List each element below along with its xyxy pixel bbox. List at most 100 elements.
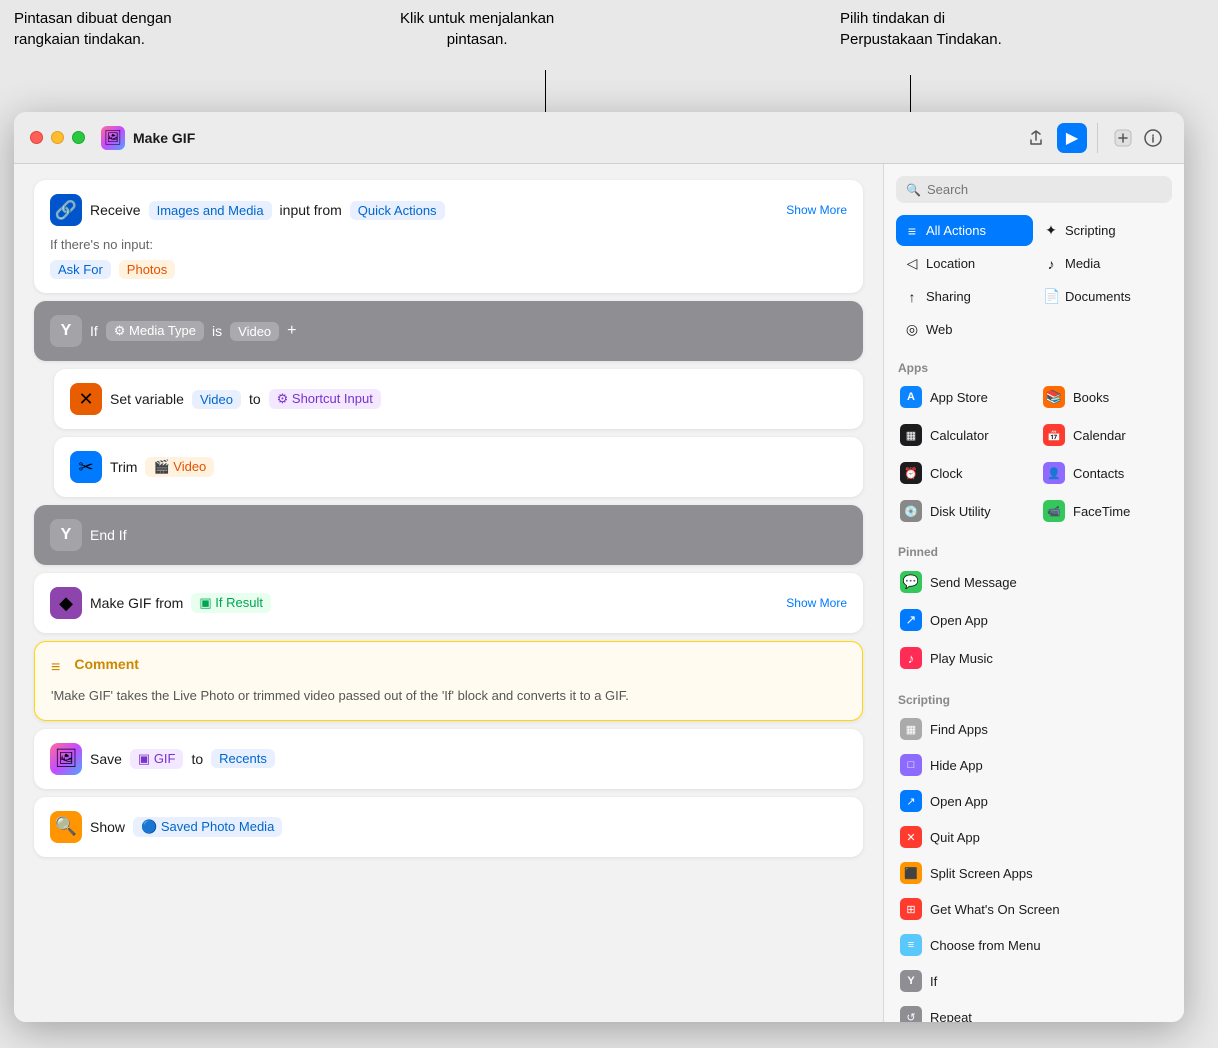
make-gif-block: ◆ Make GIF from ▣ If Result Show More [34,573,863,633]
disk-utility-label: Disk Utility [930,504,991,519]
cat-web[interactable]: ◎ Web [896,314,1033,345]
hide-app-icon: □ [900,754,922,776]
pinned-section-header: Pinned [892,537,1176,563]
photos-badge[interactable]: Photos [119,260,175,279]
cat-all-label: All Actions [926,223,986,238]
split-screen-item[interactable]: ⬛ Split Screen Apps [892,855,1176,891]
cat-all-actions[interactable]: ≡ All Actions [896,215,1033,246]
indent-section: ✕ Set variable Video to ⚙ Shortcut Input… [34,369,863,497]
save-badge1[interactable]: ▣ GIF [130,749,184,769]
run-button[interactable]: ▶ [1057,123,1087,153]
save-block: 🖼 Save ▣ GIF to Recents [34,729,863,789]
cat-media[interactable]: ♪ Media [1035,248,1172,279]
books-item[interactable]: 📚 Books [1035,379,1176,415]
calculator-item[interactable]: ▦ Calculator [892,417,1033,453]
receive-badge-source[interactable]: Quick Actions [350,201,445,220]
contacts-item[interactable]: 👤 Contacts [1035,455,1176,491]
calendar-icon: 📅 [1043,424,1065,446]
save-badge2[interactable]: Recents [211,749,275,768]
divider [1097,123,1098,153]
no-input-section: If there's no input: Ask For Photos [50,236,847,279]
app-store-item[interactable]: A App Store [892,379,1033,415]
receive-show-more[interactable]: Show More [786,203,847,217]
cat-scripting[interactable]: ✦ Scripting [1035,215,1172,246]
fullscreen-button[interactable] [72,131,85,144]
find-apps-icon: ▦ [900,718,922,740]
cat-documents-label: Documents [1065,289,1131,304]
choose-menu-label: Choose from Menu [930,938,1041,953]
set-var-badge2[interactable]: ⚙ Shortcut Input [269,389,381,409]
find-apps-item[interactable]: ▦ Find Apps [892,711,1176,747]
actions-panel: 🔍 ≡ All Actions ✦ Scripting ◁ Location [884,164,1184,1022]
save-icon: 🖼 [50,743,82,775]
set-var-text2: to [249,391,261,407]
add-action-button[interactable] [1108,123,1138,153]
cat-scripting-label: Scripting [1065,223,1116,238]
info-button[interactable] [1138,123,1168,153]
cat-location[interactable]: ◁ Location [896,248,1033,279]
ask-for-badge[interactable]: Ask For [50,260,111,279]
if-item-icon: Y [900,970,922,992]
clock-label: Clock [930,466,963,481]
facetime-item[interactable]: 📹 FaceTime [1035,493,1176,529]
web-icon: ◎ [904,321,920,338]
hide-app-item[interactable]: □ Hide App [892,747,1176,783]
trim-badge[interactable]: 🎬 Video [145,457,214,477]
repeat-item[interactable]: ↺ Repeat [892,999,1176,1022]
split-screen-label: Split Screen Apps [930,866,1033,881]
show-badge[interactable]: 🔵 Saved Photo Media [133,817,282,837]
scripting-icon: ✦ [1043,222,1059,239]
minimize-button[interactable] [51,131,64,144]
calculator-icon: ▦ [900,424,922,446]
make-gif-badge[interactable]: ▣ If Result [191,593,271,613]
category-grid: ≡ All Actions ✦ Scripting ◁ Location ♪ M… [884,211,1184,353]
close-button[interactable] [30,131,43,144]
receive-text2: input from [280,202,342,218]
if-text1: If [90,323,98,339]
get-screen-item[interactable]: ⊞ Get What's On Screen [892,891,1176,927]
cat-documents[interactable]: 📄 Documents [1035,281,1172,312]
trim-text: Trim [110,459,137,475]
if-text2: is [212,323,222,339]
if-add-btn[interactable]: + [287,322,296,340]
if-item[interactable]: Y If [892,963,1176,999]
choose-menu-icon: ≡ [900,934,922,956]
share-button[interactable] [1021,123,1051,153]
window-title: Make GIF [133,130,195,146]
make-gif-show-more[interactable]: Show More [786,596,847,610]
quit-app-item[interactable]: ✕ Quit App [892,819,1176,855]
cat-sharing[interactable]: ↑ Sharing [896,281,1033,312]
quit-app-label: Quit App [930,830,980,845]
documents-icon: 📄 [1043,288,1059,305]
apps-grid: A App Store 📚 Books ▦ Calculator 📅 Calen… [892,379,1176,529]
all-actions-icon: ≡ [904,223,920,239]
play-music-item[interactable]: ♪ Play Music [892,639,1176,677]
comment-text: 'Make GIF' takes the Live Photo or trimm… [51,686,846,706]
choose-menu-item[interactable]: ≡ Choose from Menu [892,927,1176,963]
set-var-icon: ✕ [70,383,102,415]
receive-badge-type[interactable]: Images and Media [149,201,272,220]
contacts-label: Contacts [1073,466,1124,481]
comment-block: ≡ Comment 'Make GIF' takes the Live Phot… [34,641,863,721]
if-badge-type[interactable]: ⚙ Media Type [106,321,204,341]
annotations-area: Pintasan dibuat denganrangkaian tindakan… [0,0,1218,112]
search-bar: 🔍 [884,164,1184,211]
search-input[interactable] [927,182,1162,197]
trim-block: ✂ Trim 🎬 Video [54,437,863,497]
content-area: 🔗 Receive Images and Media input from Qu… [14,164,1184,1022]
annotation-right: Pilih tindakan diPerpustakaan Tindakan. [840,8,1002,50]
send-message-item[interactable]: 💬 Send Message [892,563,1176,601]
clock-item[interactable]: ⏰ Clock [892,455,1033,491]
receive-icon: 🔗 [50,194,82,226]
disk-utility-item[interactable]: 💿 Disk Utility [892,493,1033,529]
set-var-badge1[interactable]: Video [192,390,241,409]
open-app-pinned-label: Open App [930,613,988,628]
make-gif-icon: ◆ [50,587,82,619]
open-app-pinned-item[interactable]: ↗ Open App [892,601,1176,639]
if-badge-value[interactable]: Video [230,322,279,341]
calendar-item[interactable]: 📅 Calendar [1035,417,1176,453]
open-app-item[interactable]: ↗ Open App [892,783,1176,819]
if-icon: Y [50,315,82,347]
action-list: Apps A App Store 📚 Books ▦ Calculator [884,353,1184,1022]
save-text2: to [191,751,203,767]
